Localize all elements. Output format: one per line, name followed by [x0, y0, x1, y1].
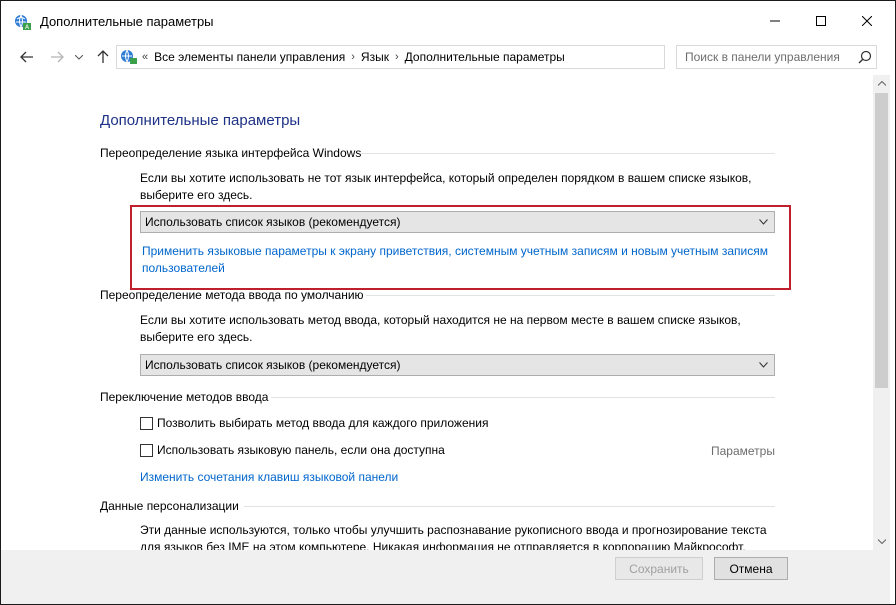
save-button[interactable]: Сохранить: [615, 557, 703, 580]
back-button[interactable]: [17, 47, 37, 67]
section-divider: [361, 153, 775, 154]
window: A Дополнительные параметры « Все элемент…: [0, 0, 896, 605]
footer-bar: Сохранить Отмена: [1, 550, 890, 604]
section-heading-display-language: Переопределение языка интерфейса Windows: [100, 146, 362, 160]
forward-button[interactable]: [47, 47, 67, 67]
section-heading-personalization: Данные персонализации: [100, 499, 239, 513]
chevron-down-icon: [877, 539, 886, 544]
arrow-up-icon: [97, 50, 109, 63]
language-bar-option[interactable]: Использовать языковую панель, если она д…: [140, 443, 445, 457]
arrow-right-icon: [51, 51, 64, 63]
section-divider: [244, 506, 775, 507]
chevron-down-icon: [75, 54, 83, 60]
control-panel-icon: [121, 49, 137, 64]
input-method-select[interactable]: Использовать список языков (рекомендуетс…: [140, 354, 775, 376]
search-input[interactable]: [677, 46, 852, 68]
per-app-input-method-checkbox[interactable]: [140, 416, 153, 430]
search-box: [676, 45, 877, 69]
breadcrumb: « Все элементы панели управления › Язык …: [142, 50, 565, 64]
arrow-left-icon: [20, 51, 33, 63]
section-divider: [366, 295, 775, 296]
search-icon[interactable]: [858, 50, 872, 64]
vertical-scrollbar[interactable]: [873, 75, 890, 550]
maximize-icon: [816, 16, 826, 26]
section-divider: [271, 397, 775, 398]
change-hotkeys-link[interactable]: Изменить сочетания клавиш языковой панел…: [140, 469, 398, 486]
scroll-up-button[interactable]: [873, 75, 890, 92]
language-bar-options-link[interactable]: Параметры: [711, 444, 775, 458]
scrollbar-thumb[interactable]: [875, 93, 888, 388]
minimize-icon: [770, 20, 780, 22]
section-heading-input-method: Переопределение метода ввода по умолчани…: [100, 288, 364, 302]
breadcrumb-item-language[interactable]: Язык: [361, 50, 389, 64]
scroll-down-button[interactable]: [873, 533, 890, 550]
breadcrumb-item-advanced[interactable]: Дополнительные параметры: [405, 50, 565, 64]
maximize-button[interactable]: [798, 1, 844, 41]
display-language-select[interactable]: Использовать список языков (рекомендуетс…: [140, 211, 775, 233]
page-title: Дополнительные параметры: [100, 112, 301, 129]
navigation-bar: « Все элементы панели управления › Язык …: [1, 41, 895, 75]
per-app-input-method-option[interactable]: Позволить выбирать метод ввода для каждо…: [140, 416, 488, 430]
window-title: Дополнительные параметры: [40, 14, 214, 29]
chevron-down-icon: [759, 219, 768, 225]
breadcrumb-item-all-items[interactable]: Все элементы панели управления: [154, 50, 345, 64]
up-button[interactable]: [93, 47, 113, 67]
address-bar[interactable]: « Все элементы панели управления › Язык …: [116, 45, 775, 69]
cancel-button[interactable]: Отмена: [714, 557, 788, 580]
apply-language-settings-link[interactable]: Применить языковые параметры к экрану пр…: [142, 243, 782, 277]
display-language-select-value: Использовать список языков (рекомендуетс…: [145, 215, 401, 229]
language-bar-checkbox[interactable]: [140, 443, 153, 457]
close-icon: [862, 16, 872, 26]
display-language-description: Если вы хотите использовать не тот язык …: [140, 171, 752, 202]
main-content: Дополнительные параметры Переопределение…: [1, 75, 873, 550]
chevron-down-icon: [759, 362, 768, 368]
breadcrumb-separator-icon[interactable]: ›: [395, 51, 399, 63]
breadcrumb-separator-icon[interactable]: ›: [351, 51, 355, 63]
recent-locations-button[interactable]: [73, 47, 85, 67]
section-heading-switching: Переключение методов ввода: [100, 390, 269, 404]
minimize-button[interactable]: [752, 1, 798, 41]
personalization-description: Эти данные используются, только чтобы ул…: [140, 523, 767, 550]
per-app-input-method-label[interactable]: Позволить выбирать метод ввода для каждо…: [157, 416, 488, 430]
input-method-description: Если вы хотите использовать метод ввода,…: [140, 313, 741, 344]
chevron-up-icon: [877, 81, 886, 86]
breadcrumb-overflow[interactable]: «: [142, 51, 148, 63]
title-bar: A Дополнительные параметры: [1, 1, 895, 41]
language-bar-label[interactable]: Использовать языковую панель, если она д…: [157, 443, 445, 457]
close-button[interactable]: [844, 1, 890, 41]
input-method-select-value: Использовать список языков (рекомендуетс…: [145, 358, 401, 372]
language-settings-icon: A: [15, 14, 31, 31]
